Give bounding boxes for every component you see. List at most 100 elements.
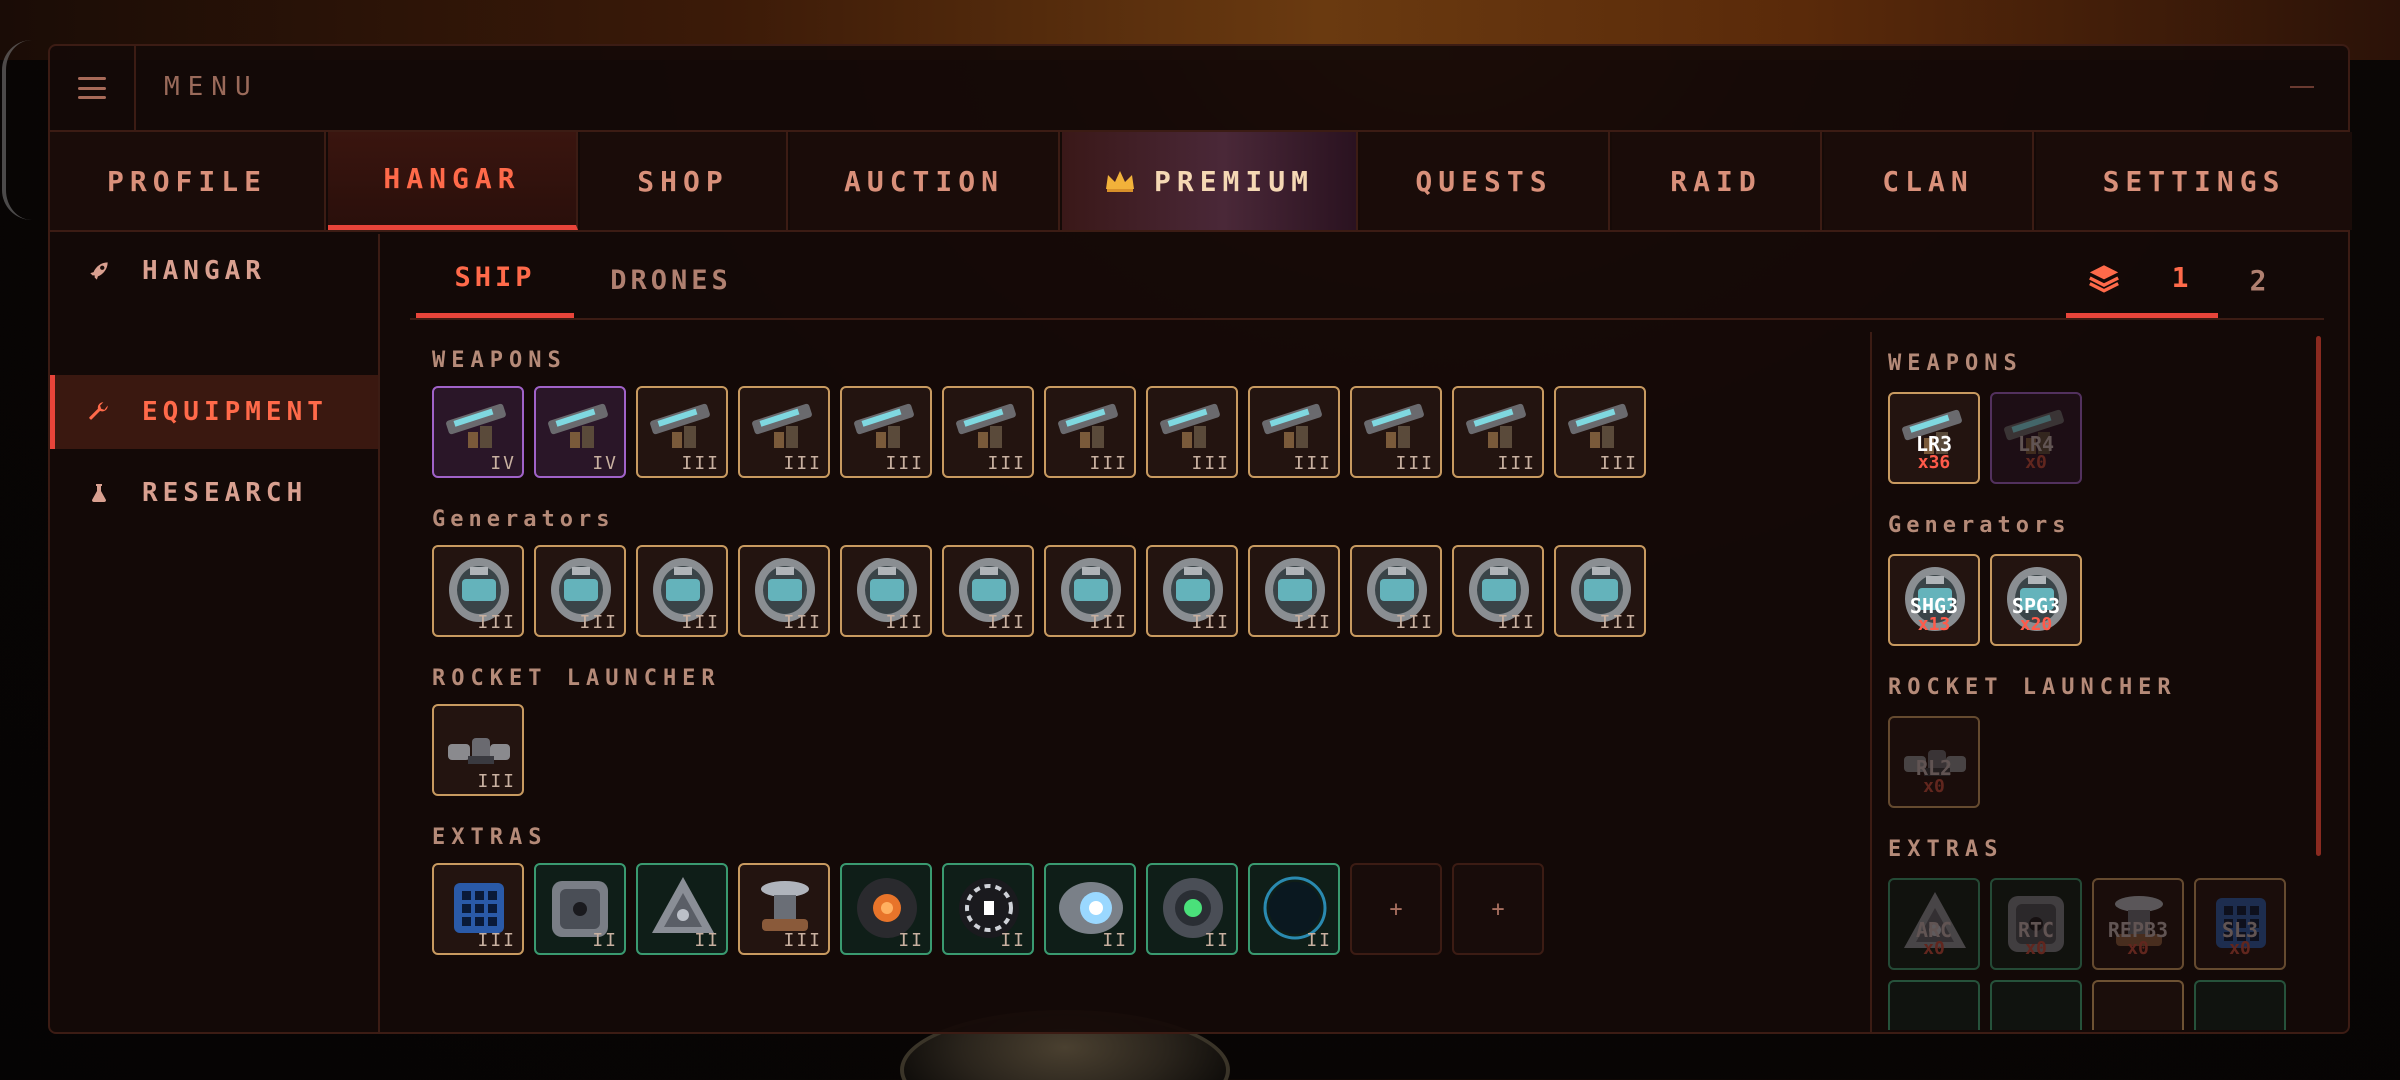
tab-hangar[interactable]: HANGAR — [328, 132, 578, 230]
weapon-slot[interactable]: III — [1350, 386, 1442, 478]
inventory-item[interactable] — [2092, 980, 2184, 1030]
generator-slot[interactable]: III — [1554, 545, 1646, 637]
minimize-icon[interactable] — [2290, 86, 2314, 88]
tier-label: II — [898, 930, 924, 951]
tab-ship[interactable]: SHIP — [416, 242, 574, 318]
tab-shop[interactable]: SHOP — [580, 132, 788, 230]
weapon-slot[interactable]: III — [1248, 386, 1340, 478]
generator-slot[interactable]: III — [1044, 545, 1136, 637]
generator-slot[interactable]: III — [432, 545, 524, 637]
tier-label: IV — [490, 453, 516, 474]
hamburger-icon — [78, 77, 106, 99]
config-2-tab[interactable]: 2 — [2220, 242, 2296, 318]
weapon-slot[interactable]: III — [636, 386, 728, 478]
weapon-slot[interactable]: III — [1452, 386, 1544, 478]
empty-extra-slot[interactable]: + — [1350, 863, 1442, 955]
extra-slot[interactable]: II — [840, 863, 932, 955]
tier-label: III — [1293, 612, 1332, 633]
tier-label: III — [1497, 453, 1536, 474]
tier-label: III — [987, 453, 1026, 474]
inventory-item[interactable]: RL2 x0 — [1888, 716, 1980, 808]
layers-icon[interactable] — [2066, 242, 2142, 318]
generator-slot[interactable]: III — [636, 545, 728, 637]
sidebar-item-label: EQUIPMENT — [142, 397, 328, 427]
inventory-item[interactable] — [1990, 980, 2082, 1030]
add-icon: + — [1491, 896, 1505, 922]
generator-slot[interactable]: III — [840, 545, 932, 637]
tier-label: III — [783, 612, 822, 633]
sidebar-item-research[interactable]: RESEARCH — [50, 456, 378, 530]
tab-profile[interactable]: PROFILE — [50, 132, 326, 230]
tier-label: III — [1293, 453, 1332, 474]
tab-raid[interactable]: RAID — [1612, 132, 1822, 230]
generator-slot[interactable]: III — [1350, 545, 1442, 637]
inventory-weapons-title: WEAPONS — [1888, 351, 2023, 376]
item-count: x0 — [1923, 938, 1945, 959]
tier-label: III — [477, 930, 516, 951]
inventory-item[interactable] — [2194, 980, 2286, 1030]
extra-slot[interactable]: II — [534, 863, 626, 955]
rocket-launcher-slot[interactable]: III — [432, 704, 524, 796]
inventory-item[interactable]: REPB3 x0 — [2092, 878, 2184, 970]
side-nav: HANGAR EQUIPMENT RESEARCH — [50, 234, 380, 1034]
extra-slot[interactable]: III — [738, 863, 830, 955]
generator-slot[interactable]: III — [942, 545, 1034, 637]
weapon-slot[interactable]: III — [1554, 386, 1646, 478]
generator-slot[interactable]: III — [1248, 545, 1340, 637]
inventory-item[interactable]: ARC x0 — [1888, 878, 1980, 970]
loadout-rocket-title: ROCKET LAUNCHER — [432, 666, 721, 691]
tier-label: III — [681, 612, 720, 633]
tier-label: III — [1191, 612, 1230, 633]
generator-slot[interactable]: III — [1146, 545, 1238, 637]
tier-label: II — [1000, 930, 1026, 951]
config-selector: 1 2 — [2066, 242, 2296, 320]
weapon-slot[interactable]: III — [738, 386, 830, 478]
weapon-slot[interactable]: III — [840, 386, 932, 478]
weapon-slot[interactable]: IV — [534, 386, 626, 478]
inventory-item[interactable]: SL3 x0 — [2194, 878, 2286, 970]
inventory-extras-title: EXTRAS — [1888, 837, 2004, 862]
extra-slot[interactable]: II — [942, 863, 1034, 955]
tab-clan[interactable]: CLAN — [1824, 132, 2034, 230]
background-ship-edge — [2, 40, 32, 220]
inventory-generators-title: Generators — [1888, 513, 2071, 538]
weapon-slot[interactable]: III — [942, 386, 1034, 478]
sidebar-item-hangar[interactable]: HANGAR — [50, 234, 378, 308]
extra-slot[interactable]: II — [1044, 863, 1136, 955]
inventory-scrollbar[interactable] — [2316, 336, 2321, 856]
inventory-item[interactable]: RTC x0 — [1990, 878, 2082, 970]
tier-label: III — [1599, 612, 1638, 633]
item-count: x0 — [1923, 776, 1945, 797]
generator-slot[interactable]: III — [1452, 545, 1544, 637]
tab-drones[interactable]: DRONES — [586, 242, 756, 318]
empty-extra-slot[interactable]: + — [1452, 863, 1544, 955]
generator-slot[interactable]: III — [534, 545, 626, 637]
extra-slot[interactable]: II — [1248, 863, 1340, 955]
item-count: x0 — [2025, 452, 2047, 473]
tab-auction[interactable]: AUCTION — [790, 132, 1060, 230]
menu-button[interactable] — [50, 46, 136, 130]
generator-slot[interactable]: III — [738, 545, 830, 637]
inventory-item[interactable] — [1888, 980, 1980, 1030]
inventory-item[interactable]: LR4 x0 — [1990, 392, 2082, 484]
tier-label: III — [1395, 612, 1434, 633]
tier-label: III — [1395, 453, 1434, 474]
config-1-tab[interactable]: 1 — [2142, 242, 2218, 318]
extra-slot[interactable]: II — [1146, 863, 1238, 955]
menu-label: MENU — [164, 72, 259, 102]
weapon-slot[interactable]: III — [1146, 386, 1238, 478]
weapon-slot[interactable]: III — [1044, 386, 1136, 478]
inventory-item[interactable]: LR3 x36 — [1888, 392, 1980, 484]
extra-slot[interactable]: III — [432, 863, 524, 955]
panel-divider — [1870, 332, 1872, 1032]
tier-label: III — [477, 612, 516, 633]
tier-label: III — [681, 453, 720, 474]
inventory-item[interactable]: SHG3 x13 — [1888, 554, 1980, 646]
sidebar-item-equipment[interactable]: EQUIPMENT — [50, 375, 378, 449]
extra-slot[interactable]: II — [636, 863, 728, 955]
tab-quests[interactable]: QUESTS — [1360, 132, 1610, 230]
tab-premium[interactable]: PREMIUM — [1062, 132, 1358, 230]
inventory-item[interactable]: SPG3 x20 — [1990, 554, 2082, 646]
weapon-slot[interactable]: IV — [432, 386, 524, 478]
tab-settings[interactable]: SETTINGS — [2036, 132, 2352, 230]
